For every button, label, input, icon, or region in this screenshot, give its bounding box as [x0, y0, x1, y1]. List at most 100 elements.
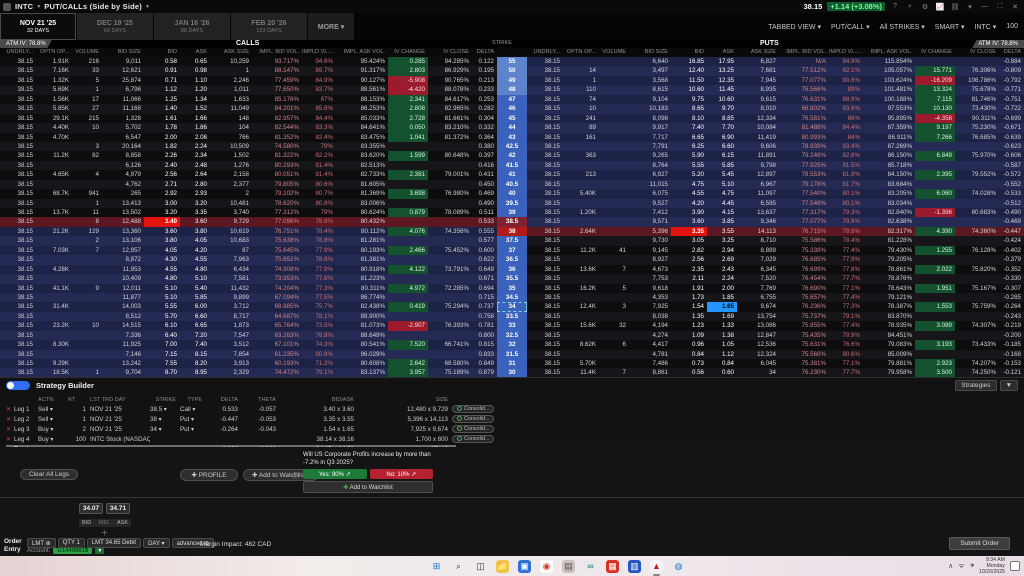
put-cell-35-5[interactable]: 2.00 [707, 284, 737, 293]
call-cell-33.5-5[interactable]: 6.60 [180, 312, 210, 321]
option-row-37[interactable]: 38.157.03K712,9574.054.208775.645%77.9%8… [0, 246, 1024, 255]
notification-icon[interactable] [1010, 561, 1020, 571]
call-cell-43-5[interactable]: 2.08 [180, 133, 210, 142]
option-row-38[interactable]: 38.1521.2K12913,3603.603.8010,61976.751%… [0, 227, 1024, 236]
taskbar-clock[interactable]: 9:34 AMMonday10/20/2025 [979, 557, 1005, 575]
option-row-31.5[interactable]: 38.157,1467.158.157,85461.235%80.8%96.02… [0, 350, 1024, 359]
put-cell-32-4[interactable]: 0.96 [671, 340, 707, 349]
taskbar-photos-icon[interactable]: ▣ [518, 560, 531, 573]
option-row-55[interactable]: 38.151.91K2169,0110.580.6510,25993.717%9… [0, 57, 1024, 66]
strike-cell-38.5[interactable]: 38.5 [497, 217, 527, 226]
put-cell-49-5[interactable]: 12.35 [707, 76, 737, 85]
strike-cell-34.5[interactable]: 34.5 [497, 293, 527, 302]
option-row-42[interactable]: 38.1511.2K828,8582.262.341,50281.322%82.… [0, 151, 1024, 160]
pin-caret-icon[interactable]: ▾ [965, 3, 975, 11]
taskbar-chrome-icon[interactable]: ◉ [540, 560, 553, 573]
call-cell-38.5-4[interactable]: 3.40 [144, 217, 180, 226]
taskbar-app-teal-icon[interactable]: ∞ [584, 560, 597, 573]
taskbar-app-gray-icon[interactable]: ▤ [562, 560, 575, 573]
taskbar-globe-icon[interactable]: ◍ [672, 560, 685, 573]
strike-cell-39[interactable]: 39 [497, 208, 527, 217]
call-cell-55-5[interactable]: 0.65 [180, 57, 210, 66]
put-cell-32.5-4[interactable]: 1.09 [671, 331, 707, 340]
remove-leg-icon[interactable]: ✕ [6, 405, 14, 415]
call-cell-35.5-5[interactable]: 5.10 [180, 274, 210, 283]
order-type-chip[interactable]: LMT ⊕ [27, 538, 56, 548]
leg-ratio[interactable]: 100 [68, 435, 90, 445]
call-cell-46-5[interactable]: 1.52 [180, 104, 210, 113]
strike-cell-48[interactable]: 48 [497, 85, 527, 94]
call-cell-37-4[interactable]: 4.05 [144, 246, 180, 255]
option-row-36.5[interactable]: 38.158,8724.304.557,96375.651%78.8%81.38… [0, 255, 1024, 264]
option-row-35[interactable]: 38.1541.1K912,0115.105.4011,43274.204%77… [0, 284, 1024, 293]
put-cell-41-4[interactable]: 5.20 [671, 170, 707, 179]
strategies-button[interactable]: Strategies [955, 380, 996, 391]
put-cell-39-5[interactable]: 4.15 [707, 208, 737, 217]
strike-cell-30[interactable]: 30 [497, 368, 527, 377]
remove-leg-icon[interactable]: ✕ [6, 435, 14, 445]
leg-type-dropdown[interactable]: Put ▾ [180, 415, 206, 425]
option-row-34.5[interactable]: 38.1511,8775.105.859,89967.094%77.5%86.7… [0, 293, 1024, 302]
toolbar-dropdown-100[interactable]: 100 [1006, 23, 1018, 30]
put-cell-39.5-5[interactable]: 4.45 [707, 199, 737, 208]
call-cell-36-5[interactable]: 4.80 [180, 265, 210, 274]
option-row-33.5[interactable]: 38.158,5125.706.608,71764.687%78.1%89.90… [0, 312, 1024, 321]
strike-cell-33[interactable]: 33 [497, 321, 527, 330]
call-cell-42-5[interactable]: 2.34 [180, 151, 210, 160]
strike-cell-49[interactable]: 49 [497, 76, 527, 85]
call-cell-42.5-5[interactable]: 2.24 [180, 142, 210, 151]
option-row-35.5[interactable]: 38.1510,4094.805.107,58173.953%77.6%81.2… [0, 274, 1024, 283]
option-row-49[interactable]: 38.151.32K525,8740.711.102,24677.459%84.… [0, 76, 1024, 85]
consolidate-button[interactable]: Consolid... [452, 405, 494, 413]
leg-expiry[interactable]: INTC Stock (NASDAQ,NMS) [90, 435, 150, 445]
option-row-41.5[interactable]: 38.156,1262.402.481,27680.293%81.4%82.51… [0, 161, 1024, 170]
call-cell-48-5[interactable]: 1.20 [180, 85, 210, 94]
gear-icon[interactable]: ⚙ [920, 3, 930, 11]
strike-cell-42.5[interactable]: 42.5 [497, 142, 527, 151]
put-cell-45-4[interactable]: 8.10 [671, 114, 707, 123]
strike-cell-41[interactable]: 41 [497, 170, 527, 179]
call-cell-33.5-4[interactable]: 5.70 [144, 312, 180, 321]
put-cell-41-5[interactable]: 5.45 [707, 170, 737, 179]
network-icon[interactable]: ᯤ [958, 562, 964, 571]
call-cell-34-5[interactable]: 6.00 [180, 302, 210, 311]
put-cell-30-4[interactable]: 0.56 [671, 368, 707, 377]
call-cell-39.5-4[interactable]: 3.00 [144, 199, 180, 208]
option-row-42.5[interactable]: 38.15320,1641.822.2410,50974.580%79%83.3… [0, 142, 1024, 151]
tab-more[interactable]: MORE ▾ [308, 13, 354, 40]
strike-cell-35[interactable]: 35 [497, 284, 527, 293]
put-cell-34-4[interactable]: 1.54 [671, 302, 707, 311]
option-row-47[interactable]: 38.151.56K1711,0661.251.341,63385.176%87… [0, 95, 1024, 104]
call-cell-32-5[interactable]: 7.40 [180, 340, 210, 349]
strike-cell-36.5[interactable]: 36.5 [497, 255, 527, 264]
put-cell-55-4[interactable]: 16.85 [671, 57, 707, 66]
option-row-30[interactable]: 38.1518.5K19,7048.708.952,32974.472%79.1… [0, 368, 1024, 377]
put-cell-36-5[interactable]: 2.43 [707, 265, 737, 274]
consolidate-button[interactable]: Consolid... [452, 435, 494, 443]
option-row-50[interactable]: 38.157.16K3312,6210.910.98188.147%89.7%9… [0, 66, 1024, 75]
put-cell-38-4[interactable]: 3.35 [671, 227, 707, 236]
tab-expiry-0[interactable]: NOV 21 '2532 DAYS [0, 13, 76, 40]
call-cell-40.5-5[interactable]: 2.80 [180, 180, 210, 189]
taskbar-app-blue-icon[interactable]: ▥ [628, 560, 641, 573]
maximize-button[interactable]: ⛶ [995, 3, 1005, 11]
call-cell-43-4[interactable]: 2.00 [144, 133, 180, 142]
put-cell-40-4[interactable]: 4.55 [671, 189, 707, 198]
put-cell-50-4[interactable]: 12.40 [671, 66, 707, 75]
strike-cell-31[interactable]: 31 [497, 359, 527, 368]
remove-leg-icon[interactable]: ✕ [6, 425, 14, 435]
option-row-40[interactable]: 38.1568.7K9412652.922.93279.102%80.7%81.… [0, 189, 1024, 198]
leg-ratio[interactable]: 1 [68, 405, 90, 415]
strike-cell-40[interactable]: 40 [497, 189, 527, 198]
put-cell-40-5[interactable]: 4.75 [707, 189, 737, 198]
strike-cell-40.5[interactable]: 40.5 [497, 180, 527, 189]
put-cell-36-4[interactable]: 2.35 [671, 265, 707, 274]
toolbar-dropdown-tabbed-view[interactable]: TABBED VIEW ▾ [768, 23, 821, 31]
call-cell-32-4[interactable]: 7.00 [144, 340, 180, 349]
account-dropdown-icon[interactable]: ▼ [95, 548, 104, 554]
put-cell-42.5-5[interactable]: 6.60 [707, 142, 737, 151]
minimize-button[interactable]: — [980, 3, 990, 10]
call-cell-44-4[interactable]: 1.78 [144, 123, 180, 132]
call-cell-39.5-5[interactable]: 3.20 [180, 199, 210, 208]
put-cell-37.5-4[interactable]: 3.05 [671, 236, 707, 245]
